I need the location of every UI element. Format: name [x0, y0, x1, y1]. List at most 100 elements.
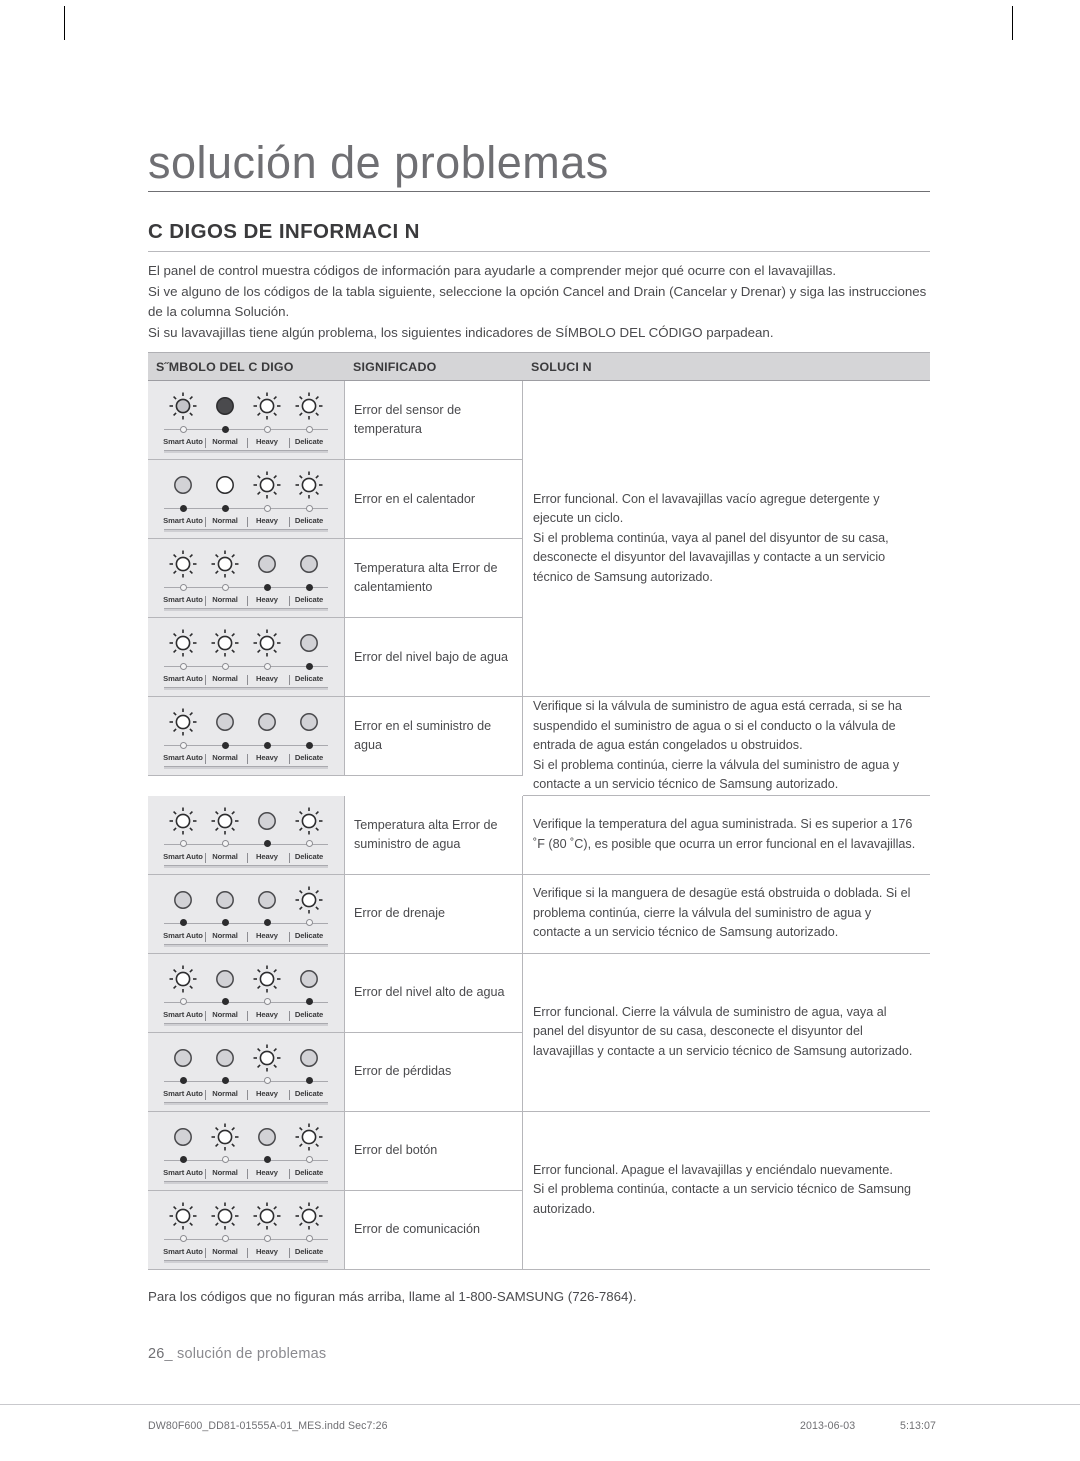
- led-label-delicate: Delicate: [294, 1009, 324, 1019]
- cell-symbol: Smart Auto Normal Heavy Delicate: [148, 460, 345, 539]
- dot-filled-icon: [179, 1077, 187, 1084]
- solution-paragraph: Verifique si la válvula de suministro de…: [533, 699, 902, 752]
- symbol-meaning-stack: Smart Auto Normal Heavy Delicate Error del b…: [148, 1111, 523, 1270]
- sun-icon: [163, 1199, 203, 1233]
- dot-slot: [289, 740, 329, 749]
- dot-slot: [289, 918, 329, 926]
- led-label-smart-auto: Smart Auto: [163, 516, 206, 527]
- dot-slot: [163, 740, 203, 749]
- dot-hollow-icon: [221, 1156, 229, 1163]
- dot-filled-icon: [263, 1156, 271, 1163]
- table-body: Smart Auto Normal Heavy Delicate Error del s…: [148, 380, 930, 1270]
- sun-icon: [205, 626, 245, 660]
- cell-symbol: Smart Auto Normal Heavy Delicate: [148, 874, 345, 954]
- control-panel-indicator: Smart Auto Normal Heavy Delicate: [156, 465, 336, 534]
- led-label-delicate: Delicate: [294, 1246, 324, 1256]
- dot-filled-icon: [305, 741, 313, 749]
- dot-row: [156, 997, 336, 1005]
- table-row: Smart Auto Normal Heavy Delicate Error del n…: [148, 618, 523, 697]
- indicator-rail: [156, 997, 336, 1009]
- panel-baseline: [164, 687, 328, 690]
- sun-icon: [205, 1120, 245, 1154]
- footnote: Para los códigos que no figuran más arri…: [148, 1289, 637, 1304]
- led-label-heavy: Heavy: [247, 516, 290, 527]
- table-row-group: Smart Auto Normal Heavy Delicate Temperatura…: [148, 795, 930, 875]
- solution-text: Error funcional. Cierre la válvula de su…: [533, 1003, 920, 1062]
- imprint-file: DW80F600_DD81-01555A-01_MES.indd Sec7:26: [148, 1420, 388, 1432]
- sun-icon: [289, 1199, 329, 1233]
- crop-mark-top-left: [64, 6, 65, 40]
- cell-meaning: Error de pérdidas: [345, 1032, 523, 1112]
- meaning-text: Error del nivel alto de agua: [354, 985, 505, 999]
- sun-icon: [247, 962, 287, 996]
- symbol-meaning-stack: Smart Auto Normal Heavy Delicate Error de dr…: [148, 874, 523, 954]
- panel-baseline: [164, 450, 328, 453]
- page-footer: 26_ solución de problemas: [148, 1346, 326, 1362]
- led-label-heavy: Heavy: [247, 852, 290, 863]
- led-label-delicate: Delicate: [294, 595, 324, 604]
- dot-filled-icon: [305, 998, 313, 1005]
- table-row-group: Smart Auto Normal Heavy Delicate Error en el…: [148, 697, 930, 796]
- sun-icon: [247, 1199, 287, 1233]
- panel-baseline: [164, 529, 328, 532]
- dot-slot: [205, 1076, 245, 1084]
- led-label-normal: Normal: [205, 852, 248, 863]
- sun-icon: [163, 962, 203, 996]
- sun-icon: [163, 547, 203, 581]
- sun-icon: [289, 468, 329, 502]
- cell-symbol: Smart Auto Normal Heavy Delicate: [148, 953, 345, 1033]
- dot-hollow-icon: [179, 741, 187, 749]
- circle-icon: [247, 1120, 287, 1154]
- dot-slot: [205, 740, 245, 749]
- led-label-heavy: Heavy: [247, 595, 290, 606]
- indicator-rail: [156, 1155, 336, 1167]
- control-panel-indicator: Smart Auto Normal Heavy Delicate: [156, 1116, 336, 1186]
- led-label-heavy: Heavy: [247, 753, 290, 764]
- led-row: [156, 962, 336, 996]
- indicator-rail: [156, 503, 336, 515]
- circle-icon: [289, 962, 329, 996]
- panel-baseline: [164, 608, 328, 611]
- dot-hollow-icon: [179, 583, 187, 591]
- dot-slot: [247, 997, 287, 1005]
- led-label-heavy: Heavy: [247, 1010, 290, 1021]
- solution-paragraph: Error funcional. Apague el lavavajillas …: [533, 1162, 893, 1177]
- control-panel-indicator: Smart Auto Normal Heavy Delicate: [156, 386, 336, 455]
- led-label-smart-auto: Smart Auto: [163, 437, 206, 448]
- symbol-meaning-stack: Smart Auto Normal Heavy Delicate Error del n…: [148, 953, 523, 1112]
- solution-paragraph: Error funcional. Cierre la válvula de su…: [533, 1004, 913, 1058]
- led-labels: Smart Auto Normal Heavy Delicate: [156, 1089, 336, 1100]
- dot-slot: [247, 582, 287, 591]
- panel-baseline: [164, 1259, 328, 1263]
- led-label-delicate: Delicate: [294, 674, 324, 683]
- dot-slot: [289, 661, 329, 670]
- imprint-date: 2013-06-03: [800, 1420, 856, 1432]
- led-label-heavy: Heavy: [247, 437, 290, 448]
- dot-slot: [163, 918, 203, 926]
- sun-icon: [289, 1120, 329, 1154]
- cell-solution: Verifique si la manguera de desagüe está…: [523, 875, 930, 954]
- dot-slot: [289, 582, 329, 591]
- dot-slot: [289, 1155, 329, 1163]
- dot-slot: [205, 503, 245, 512]
- circle-icon: [163, 883, 203, 917]
- led-label-heavy: Heavy: [247, 931, 290, 942]
- table-row: Smart Auto Normal Heavy Delicate Temperatura…: [148, 795, 523, 875]
- control-panel-indicator: Smart Auto Normal Heavy Delicate: [156, 958, 336, 1028]
- led-label-smart-auto: Smart Auto: [163, 1010, 206, 1021]
- dot-slot: [163, 1076, 203, 1084]
- circle-icon: [163, 468, 203, 502]
- cell-symbol: Smart Auto Normal Heavy Delicate: [148, 618, 345, 697]
- sun-icon: [289, 804, 329, 838]
- led-labels: Smart Auto Normal Heavy Delicate: [156, 516, 336, 527]
- dot-hollow-icon: [263, 662, 271, 670]
- cell-meaning: Error en el calentador: [345, 460, 523, 539]
- dot-slot: [163, 661, 203, 670]
- title-divider: [148, 191, 930, 192]
- dot-filled-icon: [179, 919, 187, 926]
- dot-hollow-icon: [263, 1077, 271, 1084]
- table-row: Smart Auto Normal Heavy Delicate Error del n…: [148, 953, 523, 1033]
- dot-filled-icon: [179, 504, 187, 512]
- solution-paragraph: Error funcional. Con el lavavajillas vac…: [533, 491, 880, 526]
- dot-slot: [289, 997, 329, 1005]
